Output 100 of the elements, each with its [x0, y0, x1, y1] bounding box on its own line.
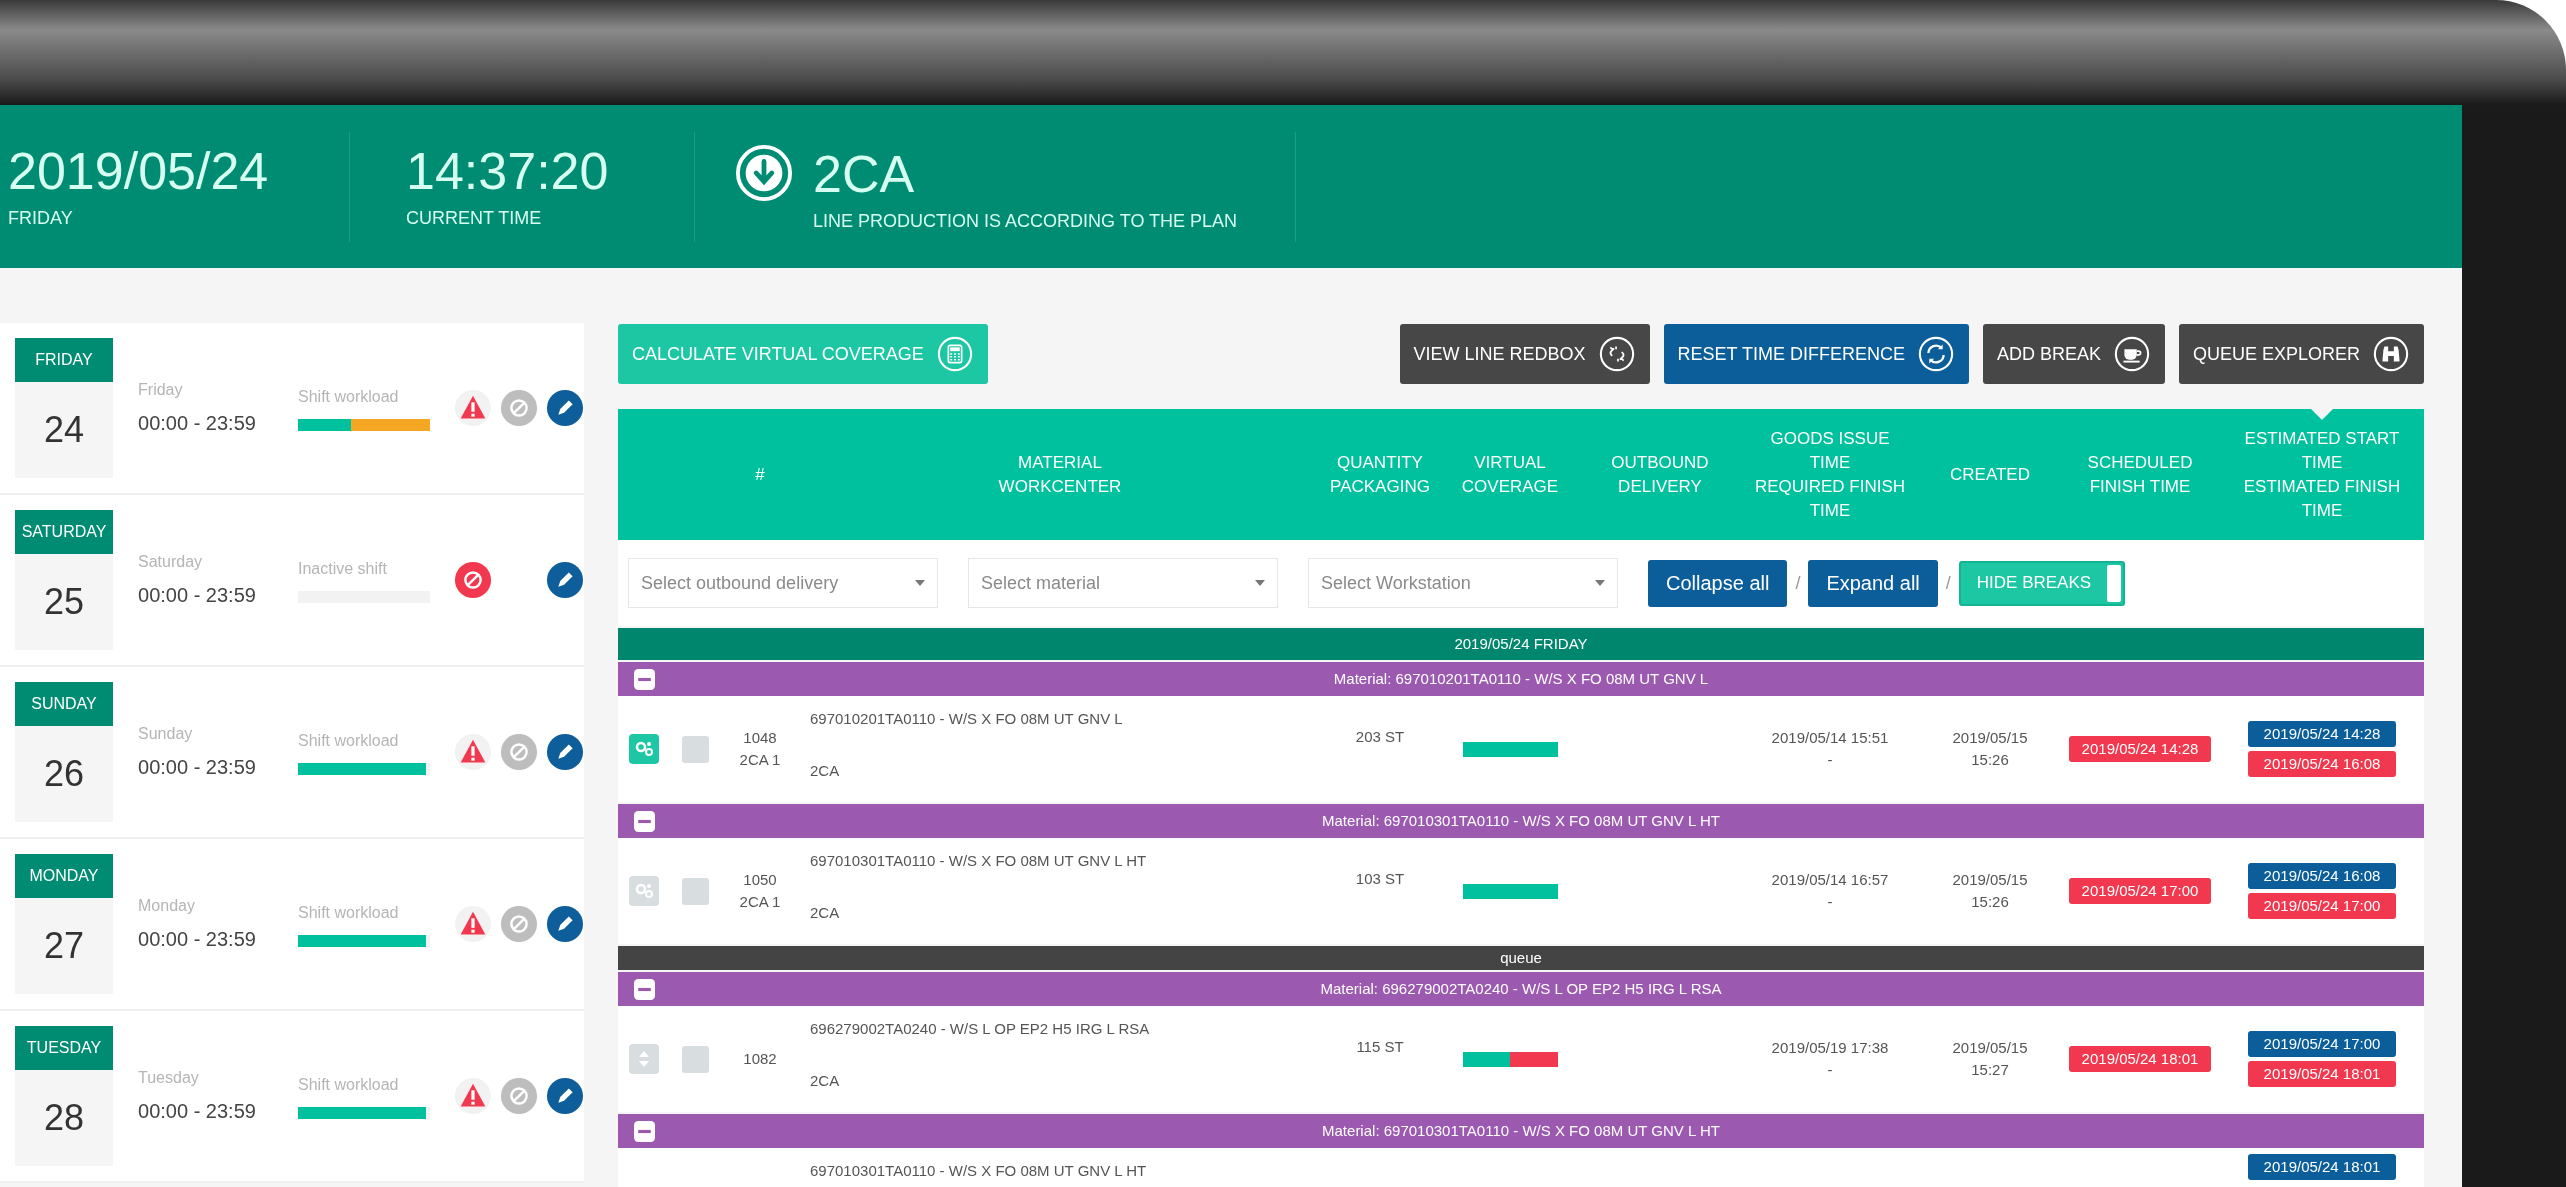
line-text: 2CA 1	[739, 750, 781, 770]
gears-icon[interactable]	[629, 734, 659, 764]
day-name: Tuesday	[138, 1068, 200, 1088]
shift-hours: 00:00 - 23:59	[138, 583, 257, 608]
created-time: 2019/05/15 15:26	[1951, 728, 2029, 770]
order-number: 1082	[743, 1048, 777, 1069]
weekday-text: FRIDAY	[8, 207, 74, 230]
queue-group-bar: queue	[618, 946, 2424, 970]
column-header[interactable]: MATERIAL WORKCENTER	[800, 409, 1320, 540]
time-badge: 2019/05/24 16:08	[2248, 863, 2396, 889]
edit-icon[interactable]	[546, 905, 584, 943]
edit-icon[interactable]	[546, 561, 584, 599]
required-finish-time: -	[1827, 1060, 1833, 1080]
day-badge: MONDAY	[15, 854, 114, 898]
day-name: Sunday	[138, 724, 194, 744]
order-number: 1050	[743, 869, 777, 890]
caret-icon	[1595, 580, 1605, 586]
goods-issue-time: 2019/05/14 15:51	[1771, 727, 1889, 748]
refresh-icon	[1916, 335, 1955, 373]
day-badge: TUESDAY	[15, 1026, 114, 1070]
day-number: 25	[15, 554, 114, 650]
unlink-icon	[1597, 335, 1636, 373]
action-button[interactable]: Expand all	[1808, 559, 1938, 607]
ban-button-icon[interactable]	[454, 561, 492, 599]
time-badge: 2019/05/24 18:01	[2248, 1061, 2396, 1087]
column-header[interactable]: GOODS ISSUE TIME REQUIRED FINISH TIME	[1740, 409, 1920, 540]
column-header[interactable]: OUTBOUND DELIVERY	[1580, 409, 1740, 540]
column-header[interactable]: ESTIMATED START TIME ESTIMATED FINISH TIME	[2220, 409, 2424, 540]
time-label: CURRENT TIME	[406, 207, 543, 230]
column-header[interactable]: SCHEDULED FINISH TIME	[2060, 409, 2220, 540]
select-field[interactable]: Select outbound delivery	[628, 558, 938, 608]
material-text: 697010301TA0110 - W/S X FO 08M UT GNV L HT	[810, 1161, 1148, 1181]
warning-icon[interactable]	[454, 905, 492, 943]
caret-icon	[915, 580, 925, 586]
select-field[interactable]: Select Workstation	[1308, 558, 1618, 608]
collapse-icon[interactable]	[634, 1120, 655, 1142]
shift-hours: 00:00 - 23:59	[138, 411, 257, 436]
quantity-text: 115 ST	[1356, 1037, 1404, 1057]
sort-indicator-icon	[2311, 409, 2333, 420]
time-badge: 2019/05/24 14:28	[2248, 721, 2396, 747]
date-text: 2019/05/24	[8, 141, 270, 201]
material-group-label: Material: 696279002TA0240 - W/S L OP EP2 H5 IRG L RSA	[1320, 978, 1722, 999]
collapse-icon[interactable]	[634, 810, 655, 832]
required-finish-time: -	[1827, 892, 1833, 912]
created-time: 2019/05/15 15:27	[1951, 1038, 2029, 1080]
column-header[interactable]: VIRTUAL COVERAGE	[1440, 409, 1580, 540]
select-field[interactable]: Select material	[968, 558, 1278, 608]
shift-status-label: Shift workload	[298, 387, 400, 407]
warning-icon[interactable]	[454, 733, 492, 771]
separator-text: /	[1945, 571, 1951, 595]
line-name: 2CA	[813, 143, 916, 204]
order-number: 1048	[743, 727, 777, 748]
time-badge: 2019/05/24 14:28	[2069, 736, 2211, 762]
goods-issue-time: 2019/05/14 16:57	[1771, 869, 1889, 890]
warning-icon[interactable]	[454, 1077, 492, 1115]
material-group-label: Material: 697010301TA0110 - W/S X FO 08M UT GNV L HT	[1322, 810, 1720, 831]
time-badge: 2019/05/24 17:00	[2069, 878, 2211, 904]
toolbar-button[interactable]: RESET TIME DIFFERENCE	[1663, 324, 1969, 384]
collapse-icon[interactable]	[634, 978, 655, 1000]
cup-icon	[2112, 335, 2151, 373]
checkbox[interactable]	[681, 1045, 709, 1073]
separator-text: /	[1795, 571, 1801, 595]
shift-status-label: Shift workload	[298, 1075, 400, 1095]
checkbox[interactable]	[681, 735, 709, 763]
warning-icon[interactable]	[454, 389, 492, 427]
day-number: 26	[15, 726, 114, 822]
material-group-label: Material: 697010301TA0110 - W/S X FO 08M UT GNV L HT	[1322, 1120, 1720, 1141]
material-text: 697010301TA0110 - W/S X FO 08M UT GNV L HT	[810, 851, 1148, 871]
edit-icon[interactable]	[546, 733, 584, 771]
toggle-switch[interactable]: HIDE BREAKS	[1958, 560, 2125, 606]
edit-icon[interactable]	[546, 1077, 584, 1115]
workcenter-text: 2CA	[810, 760, 841, 781]
line-text: 2CA 1	[739, 892, 781, 912]
toolbar-button[interactable]: CALCULATE VIRTUAL COVERAGE	[618, 324, 988, 384]
material-group-label: Material: 697010201TA0110 - W/S X FO 08M UT GNV L	[1333, 668, 1709, 689]
toolbar-button[interactable]: VIEW LINE REDBOX	[1399, 324, 1650, 384]
shift-hours: 00:00 - 23:59	[138, 1099, 257, 1124]
day-name: Friday	[138, 380, 184, 400]
column-header[interactable]: #	[720, 409, 800, 540]
edit-icon[interactable]	[546, 389, 584, 427]
column-header[interactable]: CREATED	[1920, 409, 2060, 540]
calculator-icon	[935, 335, 974, 373]
action-button[interactable]: Collapse all	[1648, 559, 1788, 607]
collapse-icon[interactable]	[634, 668, 655, 690]
day-number: 27	[15, 898, 114, 994]
date-group-bar: 2019/05/24 FRIDAY	[618, 628, 2424, 660]
time-text: 14:37:20	[406, 141, 610, 201]
time-badge: 2019/05/24 18:01	[2248, 1154, 2396, 1180]
goods-issue-time: 2019/05/19 17:38	[1771, 1037, 1889, 1058]
day-badge: SUNDAY	[15, 682, 114, 726]
created-time: 2019/05/15 15:26	[1951, 870, 2029, 912]
column-header[interactable]: QUANTITY PACKAGING	[1320, 409, 1440, 540]
toolbar-button[interactable]: QUEUE EXPLORER	[2178, 324, 2424, 384]
material-text: 697010201TA0110 - W/S X FO 08M UT GNV L	[810, 709, 1124, 729]
shift-status-label: Inactive shift	[298, 559, 388, 579]
arrow-down-circle-icon	[735, 143, 793, 202]
checkbox[interactable]	[681, 877, 709, 905]
day-number: 24	[15, 382, 114, 478]
toolbar-button[interactable]: ADD BREAK	[1982, 324, 2165, 384]
required-finish-time: -	[1827, 750, 1833, 770]
